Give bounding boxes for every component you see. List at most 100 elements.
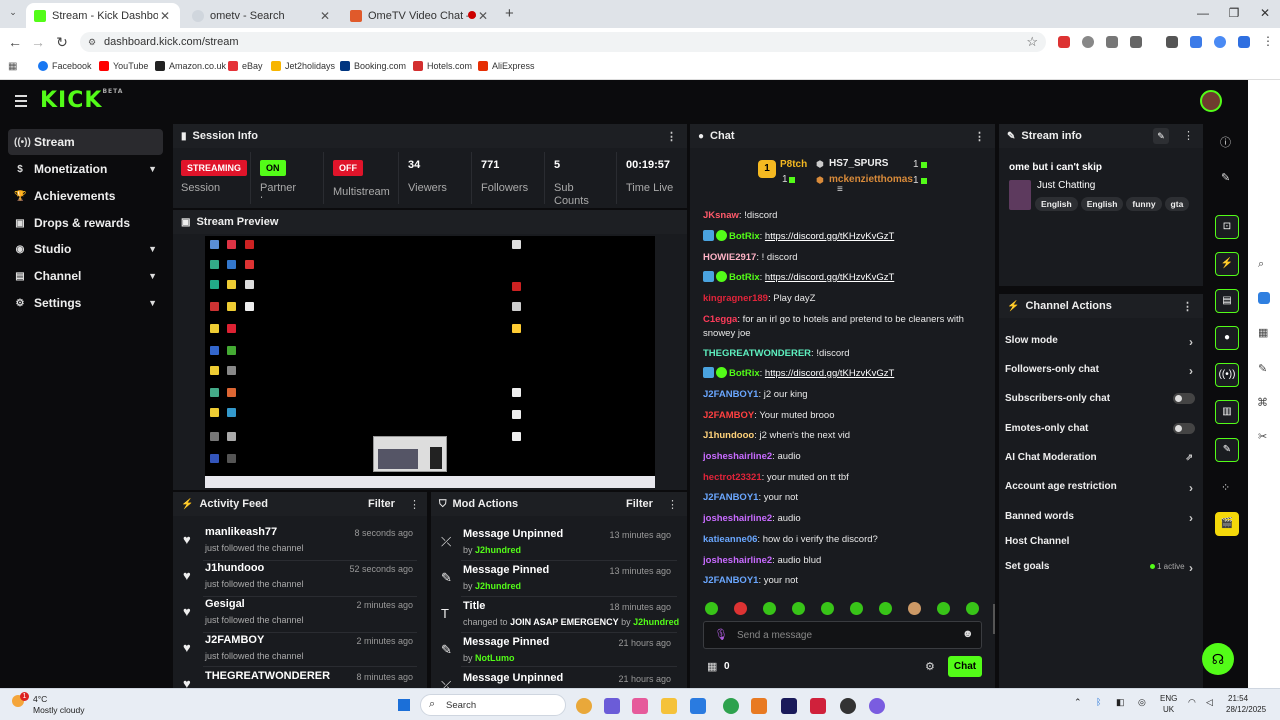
list-item[interactable]: ♥ manlikeash77 just followed the channel 8 … — [173, 524, 423, 558]
list-item[interactable]: ♥ J2FAMBOY just followed the channel 2 minu… — [173, 632, 423, 666]
close-tab-icon[interactable]: ✕ — [318, 9, 332, 23]
bluetooth-icon[interactable]: ᛒ — [1096, 697, 1101, 707]
chat-scrollbar[interactable] — [993, 604, 995, 634]
apps-grid-icon[interactable]: ▦ — [8, 61, 17, 72]
rail-button-scan[interactable]: ⊡ — [1215, 215, 1239, 239]
note-side-icon[interactable]: ✎ — [1258, 362, 1267, 375]
emoji-icon[interactable]: ☻ — [962, 628, 974, 640]
sidebar-item-achievements[interactable]: 🏆 Achievements — [8, 183, 163, 209]
rail-button-lightning[interactable]: ⚡ — [1215, 252, 1239, 276]
sidebar-item-settings[interactable]: ⚙ Settings ▼ — [8, 290, 163, 316]
sidebar-icon[interactable] — [1190, 36, 1202, 48]
dots-icon[interactable]: ⁘ — [1221, 481, 1230, 494]
more-options-icon[interactable]: ⋮ — [1183, 129, 1194, 142]
rail-button-layout[interactable]: ▥ — [1215, 400, 1239, 424]
new-tab-icon[interactable]: + — [505, 5, 514, 22]
windows-start-icon[interactable] — [396, 697, 412, 713]
chat-settings-icon[interactable]: ⚙ — [925, 660, 935, 673]
bookmark-youtube[interactable]: YouTube — [99, 61, 148, 71]
url-field[interactable]: ⚙ dashboard.kick.com/stream ☆ — [80, 32, 1046, 52]
action-banned-words[interactable]: Banned words › — [1005, 511, 1195, 525]
rail-button-clapper[interactable]: 🎬 — [1215, 512, 1239, 536]
action-ai-moderation[interactable]: AI Chat Moderation ⇗ — [1005, 452, 1195, 463]
restore-icon[interactable]: ❐ — [1219, 6, 1249, 20]
menu-icon[interactable] — [15, 95, 27, 110]
emote-icon[interactable] — [850, 602, 863, 615]
action-followers-only[interactable]: Followers-only chat › — [1005, 364, 1195, 378]
tray-app-icon[interactable]: ◎ — [1138, 697, 1146, 708]
more-options-icon[interactable]: ⋮ — [666, 130, 677, 143]
sidebar-item-drops[interactable]: ▣ Drops & rewards — [8, 210, 163, 236]
taskbar-app-icon[interactable] — [840, 698, 856, 714]
taskbar-app-icon[interactable] — [690, 698, 706, 714]
bookmark-facebook[interactable]: Facebook — [38, 61, 92, 71]
bookmark-jet2[interactable]: Jet2holidays — [271, 61, 335, 71]
sidebar-item-monetization[interactable]: $ Monetization ▼ — [8, 156, 163, 182]
reload-icon[interactable]: ↻ — [53, 34, 71, 51]
reading-list-icon[interactable] — [1166, 36, 1178, 48]
emote-icon[interactable] — [734, 602, 747, 615]
bookmark-amazon[interactable]: Amazon.co.uk — [155, 61, 226, 71]
extensions-puzzle-icon[interactable] — [1130, 36, 1142, 48]
taskbar-app-icon[interactable] — [751, 698, 767, 714]
more-options-icon[interactable]: ⋮ — [974, 130, 985, 143]
tray-chevron-icon[interactable]: ⌃ — [1074, 697, 1082, 708]
taskbar-app-icon[interactable] — [661, 698, 677, 714]
action-account-age[interactable]: Account age restriction › — [1005, 481, 1195, 495]
forward-icon[interactable]: → — [29, 34, 47, 50]
search-side-icon[interactable]: ⌕ — [1258, 258, 1264, 271]
emote-icon[interactable] — [763, 602, 776, 615]
rail-button-chat[interactable]: ● — [1215, 326, 1239, 350]
minimize-icon[interactable]: — — [1188, 6, 1218, 20]
more-options-icon[interactable]: ⋮ — [409, 498, 420, 511]
back-icon[interactable]: ← — [6, 34, 24, 50]
user-avatar[interactable] — [1200, 90, 1222, 112]
emote-icon[interactable] — [792, 602, 805, 615]
microphone-icon[interactable]: 🎙 — [714, 628, 728, 641]
action-slow-mode[interactable]: Slow mode › — [1005, 335, 1195, 349]
emote-icon[interactable] — [966, 602, 979, 615]
tab-ometv-search[interactable]: ometv - Search ✕ — [184, 3, 340, 28]
list-item[interactable]: ⤫ Message Unpinned 21 hours ago — [431, 670, 681, 688]
rail-button-broadcast[interactable]: ((•)) — [1215, 363, 1239, 387]
browser-menu-icon[interactable]: ⋮ — [1262, 34, 1274, 48]
calculator-side-icon[interactable]: ▦ — [1258, 326, 1268, 339]
close-tab-icon[interactable]: ✕ — [476, 9, 490, 23]
chat-input[interactable]: 🎙 Send a message ☻ — [703, 621, 982, 649]
emote-icon[interactable] — [705, 602, 718, 615]
profile-icon[interactable] — [1214, 36, 1226, 48]
support-headset-icon[interactable]: ☊ — [1202, 643, 1234, 675]
taskbar-app-icon[interactable] — [723, 698, 739, 714]
shield-extension-icon[interactable] — [1238, 36, 1250, 48]
emote-icon[interactable] — [879, 602, 892, 615]
emote-icon[interactable] — [937, 602, 950, 615]
bookmark-aliexpress[interactable]: AliExpress — [478, 61, 535, 71]
list-item[interactable]: T Title changed to JOIN ASAP EMERGENCY by … — [431, 598, 681, 632]
sidebar-item-channel[interactable]: ▤ Channel ▼ — [8, 263, 163, 289]
tools-side-icon[interactable]: ✂ — [1258, 430, 1267, 443]
emote-icon[interactable] — [908, 602, 921, 615]
wifi-icon[interactable]: ◠ — [1188, 697, 1196, 708]
more-options-icon[interactable]: ⋮ — [1182, 300, 1193, 313]
activity-filter-button[interactable]: Filter — [368, 498, 395, 510]
edit-stream-info-icon[interactable]: ✎ — [1153, 128, 1169, 144]
tray-app-icon[interactable]: ◧ — [1116, 697, 1125, 708]
list-item[interactable]: ✎ Message Pinned by NotLumo 21 hours ago — [431, 634, 681, 668]
sidebar-item-stream[interactable]: ((•)) Stream — [8, 129, 163, 155]
bookmark-ebay[interactable]: eBay — [228, 61, 263, 71]
taskbar-app-icon[interactable] — [576, 698, 592, 714]
taskbar-app-icon[interactable] — [604, 698, 620, 714]
bookmark-hotels[interactable]: Hotels.com — [413, 61, 472, 71]
emotes-only-toggle[interactable] — [1173, 423, 1195, 434]
taskbar-app-icon[interactable] — [869, 698, 885, 714]
volume-icon[interactable]: ◁ — [1206, 697, 1213, 708]
extension-red-icon[interactable] — [1058, 36, 1070, 48]
list-item[interactable]: ♥ Gesigal just followed the channel 2 minut… — [173, 596, 423, 630]
chat-side-icon[interactable] — [1258, 292, 1270, 304]
info-icon[interactable]: ⓘ — [1220, 134, 1231, 150]
mod-filter-button[interactable]: Filter — [626, 498, 653, 510]
rail-button-document[interactable]: ▤ — [1215, 289, 1239, 313]
bookmark-star-icon[interactable]: ☆ — [1026, 32, 1038, 52]
gamepad-side-icon[interactable]: ⌘ — [1257, 396, 1268, 409]
list-item[interactable]: ✎ Message Pinned by J2hundred 13 minutes ag… — [431, 562, 681, 596]
